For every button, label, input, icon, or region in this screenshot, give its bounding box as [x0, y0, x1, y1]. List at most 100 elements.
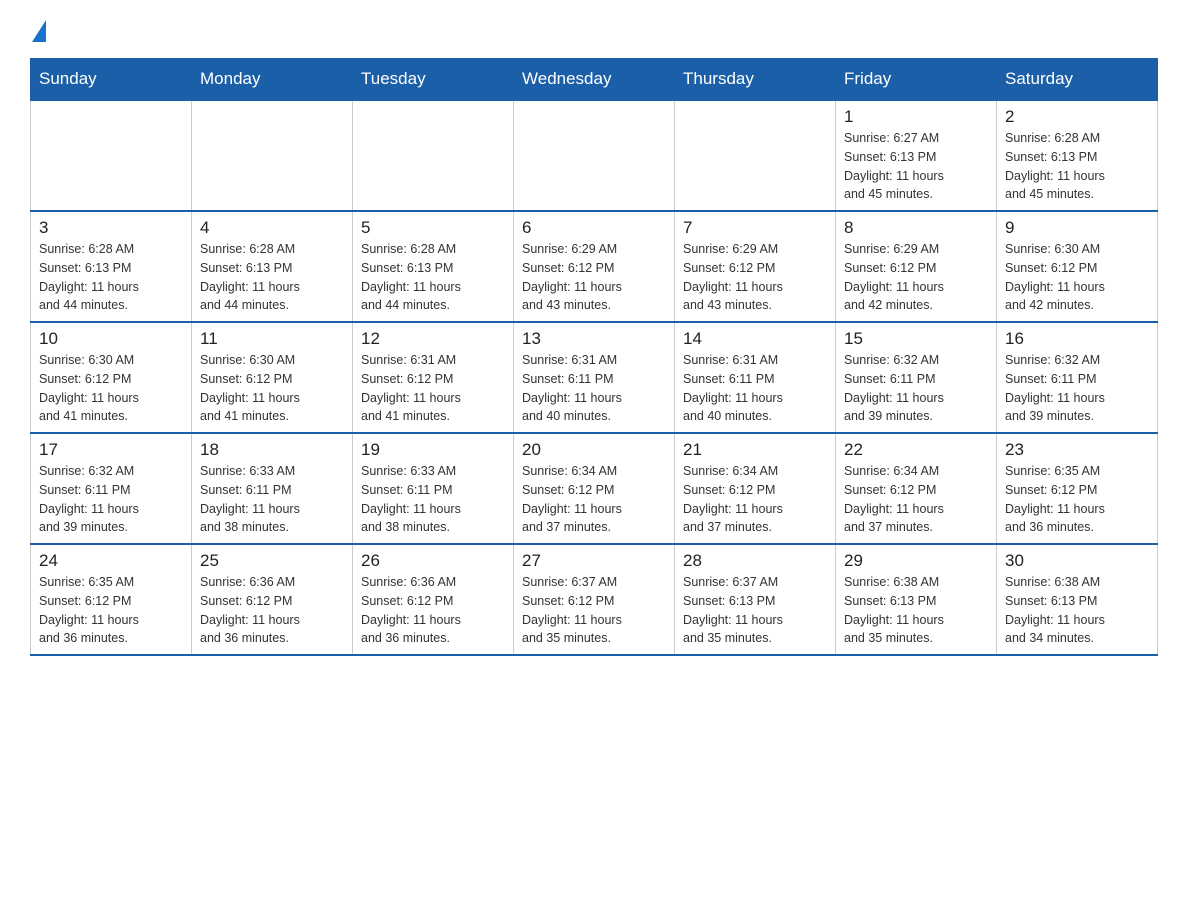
calendar-cell: 21Sunrise: 6:34 AMSunset: 6:12 PMDayligh… [675, 433, 836, 544]
day-info: Sunrise: 6:35 AMSunset: 6:12 PMDaylight:… [1005, 462, 1149, 537]
day-info: Sunrise: 6:30 AMSunset: 6:12 PMDaylight:… [39, 351, 183, 426]
calendar-cell: 18Sunrise: 6:33 AMSunset: 6:11 PMDayligh… [192, 433, 353, 544]
day-number: 22 [844, 440, 988, 460]
calendar-header-monday: Monday [192, 59, 353, 101]
calendar-cell: 5Sunrise: 6:28 AMSunset: 6:13 PMDaylight… [353, 211, 514, 322]
day-number: 10 [39, 329, 183, 349]
day-number: 19 [361, 440, 505, 460]
day-number: 11 [200, 329, 344, 349]
day-info: Sunrise: 6:33 AMSunset: 6:11 PMDaylight:… [361, 462, 505, 537]
calendar-cell: 25Sunrise: 6:36 AMSunset: 6:12 PMDayligh… [192, 544, 353, 655]
day-number: 15 [844, 329, 988, 349]
day-info: Sunrise: 6:36 AMSunset: 6:12 PMDaylight:… [200, 573, 344, 648]
calendar-cell: 30Sunrise: 6:38 AMSunset: 6:13 PMDayligh… [997, 544, 1158, 655]
day-number: 29 [844, 551, 988, 571]
calendar-cell [31, 100, 192, 211]
day-info: Sunrise: 6:27 AMSunset: 6:13 PMDaylight:… [844, 129, 988, 204]
day-info: Sunrise: 6:30 AMSunset: 6:12 PMDaylight:… [200, 351, 344, 426]
calendar-cell: 20Sunrise: 6:34 AMSunset: 6:12 PMDayligh… [514, 433, 675, 544]
page-header [30, 20, 1158, 38]
day-info: Sunrise: 6:31 AMSunset: 6:12 PMDaylight:… [361, 351, 505, 426]
day-info: Sunrise: 6:29 AMSunset: 6:12 PMDaylight:… [844, 240, 988, 315]
calendar-cell: 3Sunrise: 6:28 AMSunset: 6:13 PMDaylight… [31, 211, 192, 322]
calendar-cell: 11Sunrise: 6:30 AMSunset: 6:12 PMDayligh… [192, 322, 353, 433]
calendar-cell: 22Sunrise: 6:34 AMSunset: 6:12 PMDayligh… [836, 433, 997, 544]
calendar-header-tuesday: Tuesday [353, 59, 514, 101]
day-info: Sunrise: 6:34 AMSunset: 6:12 PMDaylight:… [522, 462, 666, 537]
calendar-header-saturday: Saturday [997, 59, 1158, 101]
calendar-header-wednesday: Wednesday [514, 59, 675, 101]
calendar-header-thursday: Thursday [675, 59, 836, 101]
calendar-week-row: 17Sunrise: 6:32 AMSunset: 6:11 PMDayligh… [31, 433, 1158, 544]
logo-triangle-icon [32, 20, 46, 42]
calendar-cell: 24Sunrise: 6:35 AMSunset: 6:12 PMDayligh… [31, 544, 192, 655]
day-number: 23 [1005, 440, 1149, 460]
day-number: 25 [200, 551, 344, 571]
day-number: 6 [522, 218, 666, 238]
day-number: 5 [361, 218, 505, 238]
day-info: Sunrise: 6:33 AMSunset: 6:11 PMDaylight:… [200, 462, 344, 537]
calendar-cell: 1Sunrise: 6:27 AMSunset: 6:13 PMDaylight… [836, 100, 997, 211]
day-info: Sunrise: 6:37 AMSunset: 6:12 PMDaylight:… [522, 573, 666, 648]
calendar-header-friday: Friday [836, 59, 997, 101]
day-info: Sunrise: 6:28 AMSunset: 6:13 PMDaylight:… [1005, 129, 1149, 204]
day-info: Sunrise: 6:38 AMSunset: 6:13 PMDaylight:… [1005, 573, 1149, 648]
day-info: Sunrise: 6:34 AMSunset: 6:12 PMDaylight:… [844, 462, 988, 537]
day-info: Sunrise: 6:28 AMSunset: 6:13 PMDaylight:… [200, 240, 344, 315]
calendar-cell [192, 100, 353, 211]
day-number: 9 [1005, 218, 1149, 238]
day-info: Sunrise: 6:36 AMSunset: 6:12 PMDaylight:… [361, 573, 505, 648]
day-number: 24 [39, 551, 183, 571]
day-number: 4 [200, 218, 344, 238]
calendar-cell: 27Sunrise: 6:37 AMSunset: 6:12 PMDayligh… [514, 544, 675, 655]
day-number: 17 [39, 440, 183, 460]
calendar-week-row: 10Sunrise: 6:30 AMSunset: 6:12 PMDayligh… [31, 322, 1158, 433]
calendar-table: SundayMondayTuesdayWednesdayThursdayFrid… [30, 58, 1158, 656]
day-info: Sunrise: 6:29 AMSunset: 6:12 PMDaylight:… [683, 240, 827, 315]
calendar-cell: 15Sunrise: 6:32 AMSunset: 6:11 PMDayligh… [836, 322, 997, 433]
calendar-cell: 2Sunrise: 6:28 AMSunset: 6:13 PMDaylight… [997, 100, 1158, 211]
calendar-cell: 6Sunrise: 6:29 AMSunset: 6:12 PMDaylight… [514, 211, 675, 322]
day-number: 8 [844, 218, 988, 238]
calendar-header-row: SundayMondayTuesdayWednesdayThursdayFrid… [31, 59, 1158, 101]
calendar-cell: 19Sunrise: 6:33 AMSunset: 6:11 PMDayligh… [353, 433, 514, 544]
day-number: 3 [39, 218, 183, 238]
calendar-cell: 17Sunrise: 6:32 AMSunset: 6:11 PMDayligh… [31, 433, 192, 544]
day-number: 20 [522, 440, 666, 460]
calendar-cell [514, 100, 675, 211]
day-info: Sunrise: 6:32 AMSunset: 6:11 PMDaylight:… [844, 351, 988, 426]
calendar-cell: 26Sunrise: 6:36 AMSunset: 6:12 PMDayligh… [353, 544, 514, 655]
calendar-cell: 10Sunrise: 6:30 AMSunset: 6:12 PMDayligh… [31, 322, 192, 433]
calendar-cell: 12Sunrise: 6:31 AMSunset: 6:12 PMDayligh… [353, 322, 514, 433]
day-number: 13 [522, 329, 666, 349]
day-number: 27 [522, 551, 666, 571]
day-info: Sunrise: 6:30 AMSunset: 6:12 PMDaylight:… [1005, 240, 1149, 315]
day-info: Sunrise: 6:31 AMSunset: 6:11 PMDaylight:… [522, 351, 666, 426]
calendar-header-sunday: Sunday [31, 59, 192, 101]
day-info: Sunrise: 6:35 AMSunset: 6:12 PMDaylight:… [39, 573, 183, 648]
day-number: 7 [683, 218, 827, 238]
day-info: Sunrise: 6:37 AMSunset: 6:13 PMDaylight:… [683, 573, 827, 648]
calendar-cell: 29Sunrise: 6:38 AMSunset: 6:13 PMDayligh… [836, 544, 997, 655]
day-info: Sunrise: 6:34 AMSunset: 6:12 PMDaylight:… [683, 462, 827, 537]
day-number: 12 [361, 329, 505, 349]
day-number: 2 [1005, 107, 1149, 127]
day-number: 30 [1005, 551, 1149, 571]
day-number: 1 [844, 107, 988, 127]
day-number: 26 [361, 551, 505, 571]
day-info: Sunrise: 6:28 AMSunset: 6:13 PMDaylight:… [39, 240, 183, 315]
calendar-cell [353, 100, 514, 211]
calendar-cell: 4Sunrise: 6:28 AMSunset: 6:13 PMDaylight… [192, 211, 353, 322]
day-number: 14 [683, 329, 827, 349]
calendar-week-row: 3Sunrise: 6:28 AMSunset: 6:13 PMDaylight… [31, 211, 1158, 322]
calendar-cell: 13Sunrise: 6:31 AMSunset: 6:11 PMDayligh… [514, 322, 675, 433]
day-number: 16 [1005, 329, 1149, 349]
day-info: Sunrise: 6:32 AMSunset: 6:11 PMDaylight:… [1005, 351, 1149, 426]
day-number: 28 [683, 551, 827, 571]
calendar-week-row: 24Sunrise: 6:35 AMSunset: 6:12 PMDayligh… [31, 544, 1158, 655]
calendar-cell: 16Sunrise: 6:32 AMSunset: 6:11 PMDayligh… [997, 322, 1158, 433]
logo [30, 20, 48, 38]
calendar-cell: 23Sunrise: 6:35 AMSunset: 6:12 PMDayligh… [997, 433, 1158, 544]
calendar-cell: 7Sunrise: 6:29 AMSunset: 6:12 PMDaylight… [675, 211, 836, 322]
calendar-cell: 14Sunrise: 6:31 AMSunset: 6:11 PMDayligh… [675, 322, 836, 433]
